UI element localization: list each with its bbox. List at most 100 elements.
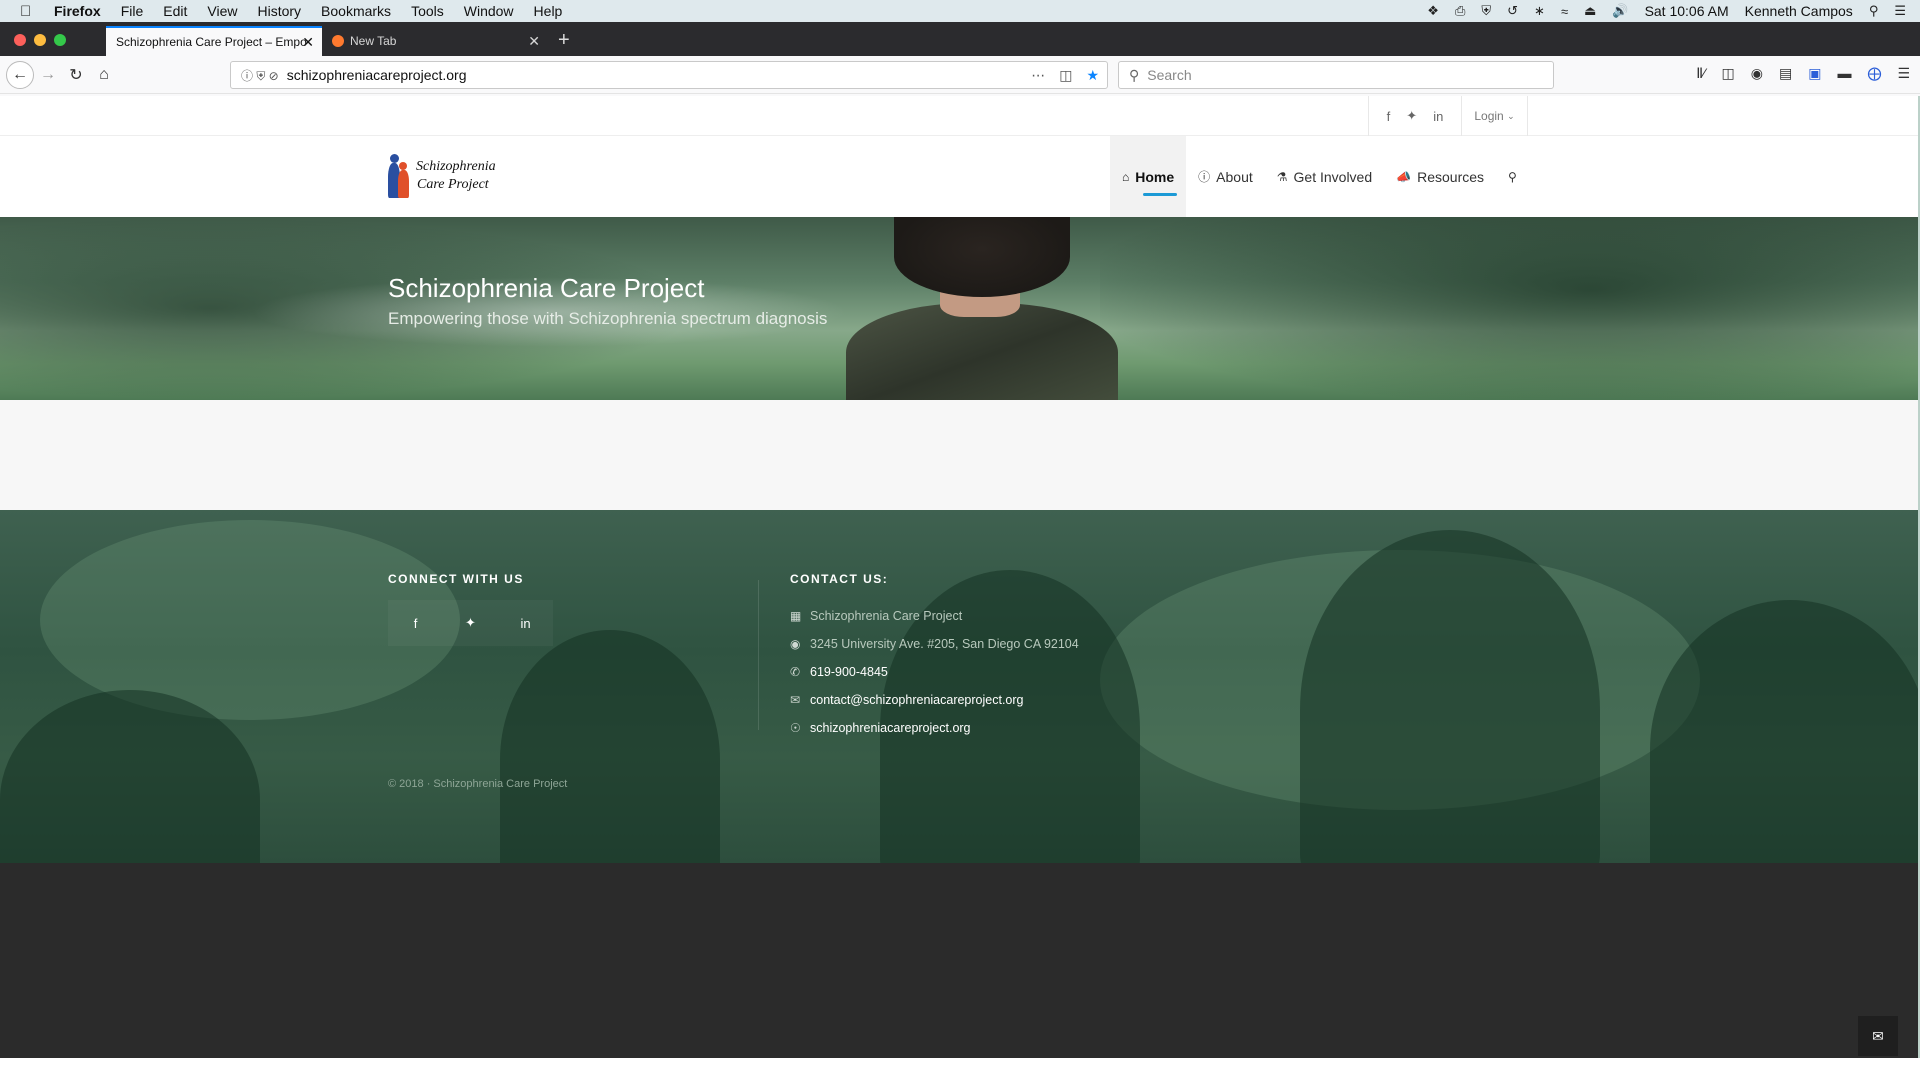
- eject-icon[interactable]: ⏏: [1584, 3, 1596, 19]
- footer-divider: [758, 580, 759, 730]
- menu-tools[interactable]: Tools: [411, 3, 444, 19]
- globe-icon: ☉: [790, 721, 801, 735]
- site-footer: CONNECT WITH US f ✦ in CONTACT US: ▦ Sch…: [0, 510, 1918, 863]
- facebook-icon[interactable]: f: [1387, 109, 1391, 124]
- search-icon: ⚲: [1508, 169, 1517, 184]
- printer-icon[interactable]: ⎙: [1455, 3, 1465, 19]
- maximize-window-button[interactable]: [54, 34, 66, 46]
- extension-icon[interactable]: ◉: [1751, 65, 1763, 82]
- window-controls: [14, 34, 66, 46]
- contact-org: ▦ Schizophrenia Care Project: [790, 609, 963, 623]
- menu-icon[interactable]: ☰: [1897, 65, 1910, 82]
- twitter-icon[interactable]: ✦: [443, 600, 498, 646]
- login-dropdown[interactable]: Login ⌄: [1462, 96, 1528, 136]
- nav-label: Resources: [1417, 168, 1485, 185]
- phone-icon: ✆: [790, 665, 801, 679]
- linkedin-icon[interactable]: in: [498, 600, 553, 646]
- footer-social-links: f ✦ in: [388, 600, 553, 646]
- home-button[interactable]: ⌂: [90, 61, 118, 89]
- pocket-icon[interactable]: ◫: [1059, 67, 1072, 84]
- megaphone-icon: 📣: [1396, 169, 1412, 184]
- close-tab-icon[interactable]: ✕: [528, 33, 540, 50]
- contact-email[interactable]: ✉ contact@schizophreniacareproject.org: [790, 686, 1079, 714]
- search-bar[interactable]: ⚲ Search: [1118, 61, 1554, 89]
- notification-center-icon[interactable]: ☰: [1894, 3, 1906, 19]
- site-top-strip: f ✦ in Login ⌄: [0, 96, 1918, 136]
- menu-history[interactable]: History: [257, 3, 301, 19]
- apple-menu-icon[interactable]: : [20, 3, 40, 20]
- close-tab-icon[interactable]: ✕: [302, 34, 314, 51]
- menu-help[interactable]: Help: [534, 3, 563, 19]
- login-label: Login: [1474, 109, 1504, 123]
- bluetooth-icon[interactable]: ∗: [1534, 3, 1545, 19]
- nav-label: Home: [1135, 168, 1175, 185]
- info-icon: ⓘ: [1198, 170, 1211, 184]
- menu-bookmarks[interactable]: Bookmarks: [321, 3, 391, 19]
- extension-icon[interactable]: ▤: [1779, 65, 1792, 82]
- menu-clock[interactable]: Sat 10:06 AM: [1645, 3, 1729, 19]
- search-icon: ⚲: [1129, 66, 1140, 83]
- facebook-icon[interactable]: f: [388, 600, 443, 646]
- extension-icon[interactable]: ⨁: [1867, 65, 1881, 82]
- menu-file[interactable]: File: [121, 3, 144, 19]
- volume-icon[interactable]: 🔊: [1612, 3, 1628, 19]
- dropbox-icon[interactable]: ❖: [1427, 3, 1439, 19]
- extension-icon[interactable]: ▣: [1808, 65, 1821, 82]
- shield-icon[interactable]: ⛨: [1481, 3, 1491, 19]
- back-button[interactable]: ←: [6, 60, 34, 89]
- linkedin-icon[interactable]: in: [1433, 109, 1443, 124]
- reload-button[interactable]: ↻: [62, 61, 90, 89]
- twitter-icon[interactable]: ✦: [1406, 108, 1417, 124]
- url-bar[interactable]: ⓘ ⛨ ⊘ schizophreniacareproject.org ⋯ ◫ ★: [230, 61, 1108, 89]
- menu-window[interactable]: Window: [464, 3, 514, 19]
- extension-icon[interactable]: ▬: [1837, 65, 1851, 82]
- tab-strip: Schizophrenia Care Project – Empo ✕ New …: [0, 22, 1920, 56]
- library-icon[interactable]: Ⅱ⁄: [1696, 65, 1705, 82]
- forward-button[interactable]: →: [34, 61, 62, 89]
- dark-bottom-area: [0, 863, 1918, 1058]
- menu-app-name[interactable]: Firefox: [54, 3, 101, 19]
- hero-person-image: [846, 303, 1118, 400]
- nav-about[interactable]: ⓘ About: [1186, 136, 1265, 217]
- page-actions-icon[interactable]: ⋯: [1031, 67, 1045, 84]
- envelope-icon: ✉: [790, 693, 801, 707]
- contact-phone[interactable]: ✆ 619-900-4845: [790, 658, 1079, 686]
- logo-text: Schizophrenia Care Project: [416, 158, 496, 194]
- content-area: [0, 400, 1918, 510]
- url-text[interactable]: schizophreniacareproject.org: [287, 67, 467, 83]
- close-window-button[interactable]: [14, 34, 26, 46]
- nav-get-involved[interactable]: ⚗ Get Involved: [1265, 136, 1384, 217]
- url-actions: ⋯ ◫ ★: [1031, 67, 1099, 84]
- firefox-icon: [332, 35, 344, 47]
- wifi-icon[interactable]: ≈: [1561, 4, 1568, 19]
- contact-website[interactable]: ☉ schizophreniacareproject.org: [790, 714, 1079, 742]
- site-info-icon[interactable]: ⓘ ⛨ ⊘: [241, 67, 279, 84]
- spotlight-icon[interactable]: ⚲: [1869, 3, 1879, 19]
- menu-edit[interactable]: Edit: [163, 3, 187, 19]
- handshake-icon: ⚗: [1276, 169, 1288, 184]
- logo-figure-icon: [388, 154, 412, 198]
- time-machine-icon[interactable]: ↺: [1507, 3, 1518, 19]
- hero-title: Schizophrenia Care Project: [388, 273, 705, 303]
- new-tab-button[interactable]: +: [558, 29, 570, 52]
- tab-new-tab[interactable]: New Tab ✕: [322, 26, 548, 56]
- tab-title: New Tab: [350, 34, 397, 48]
- nav-home[interactable]: ⌂ Home: [1110, 136, 1187, 217]
- site-logo[interactable]: Schizophrenia Care Project: [388, 154, 496, 198]
- tab-title: Schizophrenia Care Project – Empo: [116, 35, 307, 49]
- sidebar-icon[interactable]: ◫: [1722, 65, 1735, 82]
- macos-menu-bar:  Firefox File Edit View History Bookmar…: [0, 0, 1920, 22]
- logo-line-1: Schizophrenia: [416, 159, 496, 174]
- search-placeholder: Search: [1147, 67, 1192, 83]
- contact-heading: CONTACT US:: [790, 572, 889, 586]
- contact-address: ◉ 3245 University Ave. #205, San Diego C…: [790, 637, 1079, 651]
- nav-resources[interactable]: 📣 Resources: [1384, 136, 1496, 217]
- nav-label: About: [1216, 168, 1253, 185]
- menu-user[interactable]: Kenneth Campos: [1745, 3, 1853, 19]
- minimize-window-button[interactable]: [34, 34, 46, 46]
- nav-search[interactable]: ⚲: [1496, 136, 1529, 217]
- menu-view[interactable]: View: [207, 3, 237, 19]
- tab-active[interactable]: Schizophrenia Care Project – Empo ✕: [106, 26, 322, 56]
- bookmark-star-icon[interactable]: ★: [1086, 67, 1099, 84]
- contact-mail-button[interactable]: ✉: [1858, 1016, 1898, 1056]
